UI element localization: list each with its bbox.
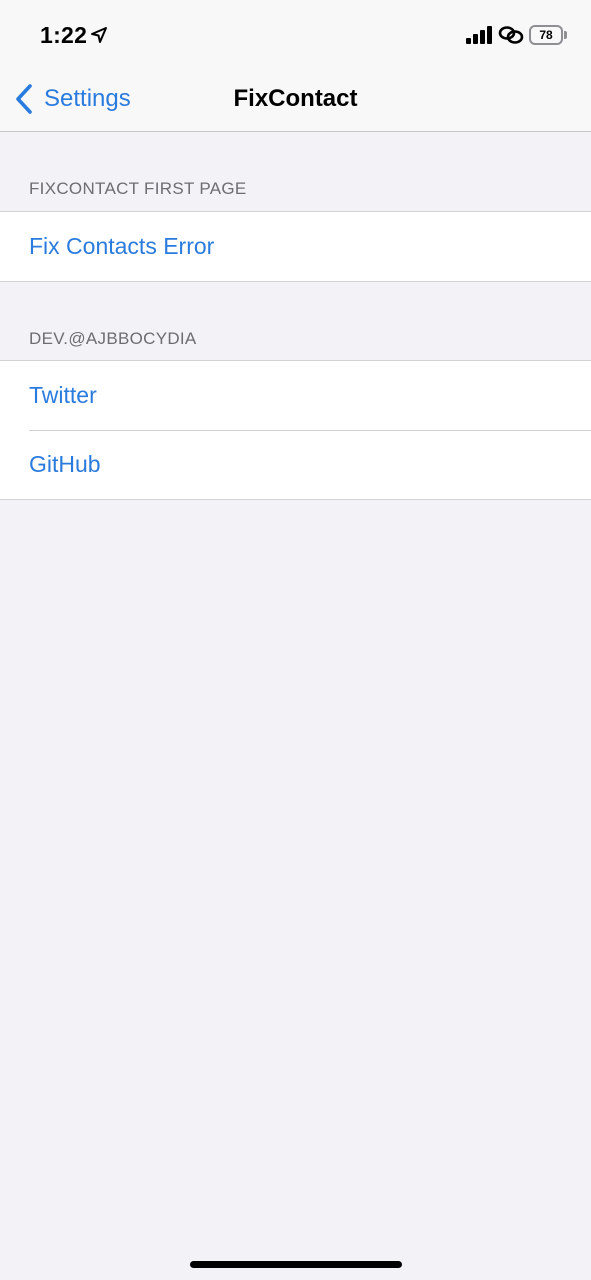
screen: 1:22 78 FixContact Settings FIXCONTACT F… xyxy=(0,0,591,1280)
back-button-label: Settings xyxy=(44,85,131,112)
github-cell[interactable]: GitHub xyxy=(0,430,591,499)
cell-label: Twitter xyxy=(29,382,97,408)
fix-contacts-error-cell[interactable]: Fix Contacts Error xyxy=(0,212,591,281)
battery-level: 78 xyxy=(539,28,553,42)
battery-cap xyxy=(564,31,567,39)
back-button[interactable]: Settings xyxy=(14,79,131,119)
cell-label: Fix Contacts Error xyxy=(29,233,215,259)
settings-group-dev: Twitter GitHub xyxy=(0,360,591,500)
cellular-signal-icon xyxy=(466,26,492,44)
location-arrow-icon xyxy=(91,27,107,43)
home-indicator[interactable] xyxy=(190,1261,402,1268)
twitter-cell[interactable]: Twitter xyxy=(0,361,591,430)
chevron-left-icon xyxy=(16,84,32,114)
cell-label: GitHub xyxy=(29,451,101,477)
navigation-bar: FixContact Settings xyxy=(0,66,591,132)
section-header-dev: DEV.@AJBBOCYDIA xyxy=(29,329,197,348)
battery-icon: 78 xyxy=(529,25,563,45)
status-time: 1:22 xyxy=(40,22,88,48)
settings-group-first-page: Fix Contacts Error xyxy=(0,211,591,282)
section-header-first-page: FIXCONTACT FIRST PAGE xyxy=(29,179,247,198)
status-bar: 1:22 78 xyxy=(0,0,591,66)
chain-link-icon xyxy=(498,26,524,44)
